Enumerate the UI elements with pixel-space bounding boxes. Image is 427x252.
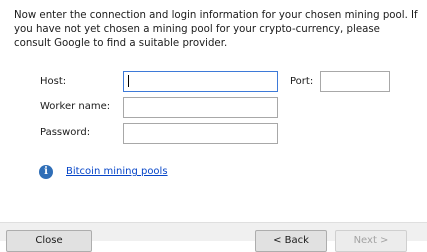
- password-label: Password:: [40, 127, 91, 138]
- port-label: Port:: [290, 76, 314, 87]
- port-input[interactable]: [320, 71, 390, 92]
- back-button[interactable]: < Back: [255, 230, 327, 252]
- host-label: Host:: [40, 76, 67, 87]
- worker-name-label: Worker name:: [40, 101, 111, 112]
- next-button[interactable]: Next >: [335, 230, 407, 252]
- bitcoin-mining-pools-link[interactable]: Bitcoin mining pools: [66, 165, 168, 179]
- text-caret: [128, 75, 129, 87]
- host-input[interactable]: [123, 71, 278, 92]
- password-input[interactable]: [123, 123, 278, 144]
- instructions-text: Now enter the connection and login infor…: [14, 10, 418, 49]
- info-icon: i: [39, 165, 53, 179]
- close-button[interactable]: Close: [6, 230, 92, 252]
- worker-name-input[interactable]: [123, 97, 278, 118]
